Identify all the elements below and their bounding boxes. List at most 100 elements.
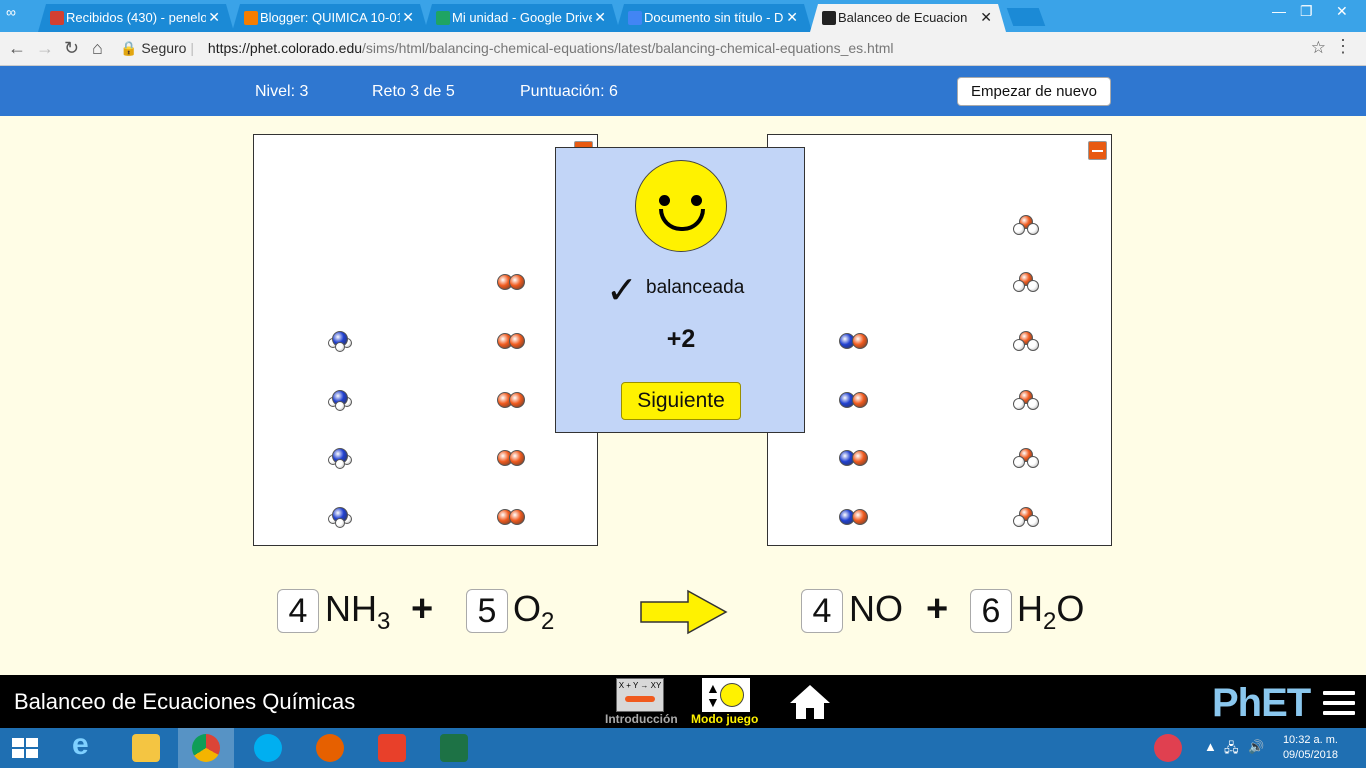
url-path: /sims/html/balancing-chemical-equations/… [362,40,894,56]
close-icon[interactable]: ✕ [594,9,606,26]
reactants-box [253,134,598,546]
window-close-icon[interactable]: ✕ [1336,3,1348,20]
acrobat-icon [378,734,406,762]
close-icon[interactable]: ✕ [786,9,798,26]
volume-icon[interactable]: 🔊 [1248,739,1264,755]
hydrogen-atom [335,518,345,528]
no-molecule [837,448,871,468]
phet-icon [822,11,836,25]
coefficient-o2[interactable]: 5 [466,589,508,633]
phet-logo[interactable]: PhET [1212,681,1311,726]
coefficient-h2o[interactable]: 6 [970,589,1012,633]
close-icon[interactable]: ✕ [402,9,414,26]
restore-icon[interactable]: ❐ [1300,3,1313,20]
tab-docs[interactable]: Documento sin título - D ✕ [616,4,812,32]
chrome-icon [192,734,220,762]
hydrogen-atom [1013,280,1025,292]
forward-icon[interactable]: → [36,38,54,59]
game-screen-icon[interactable]: ▲ ▼ [702,678,750,712]
coefficient-no[interactable]: 4 [801,589,843,633]
taskbar-notification-app[interactable] [1140,728,1196,768]
back-icon[interactable]: ← [8,38,26,59]
tab-drive[interactable]: Mi unidad - Google Drive ✕ [424,4,620,32]
taskbar-skype[interactable] [240,728,296,768]
intro-screen-icon[interactable]: X + Y → XY [616,678,664,712]
browser-toolbar: ← → ↻ ⌂ 🔒 Seguro | https://phet.colorado… [0,32,1366,66]
restart-button[interactable]: Empezar de nuevo [957,77,1111,106]
result-dialog: ✓ balanceada +2 Siguiente [555,147,805,433]
taskbar-acrobat[interactable] [364,728,420,768]
hydrogen-atom [1013,339,1025,351]
hydrogen-atom [1027,456,1039,468]
hydrogen-atom [1027,515,1039,527]
o2-molecule [495,390,529,410]
next-button[interactable]: Siguiente [621,382,741,420]
reload-icon[interactable]: ↻ [64,38,79,59]
tab-phet[interactable]: Balanceo de Ecuacion ✕ [810,4,1006,32]
hydrogen-atom [1013,456,1025,468]
o2-molecule [495,448,529,468]
o2-molecule [495,507,529,527]
taskbar-ie[interactable]: e [58,728,114,768]
coefficient-nh3[interactable]: 4 [277,589,319,633]
phet-menu-icon[interactable] [1323,691,1355,717]
network-icon[interactable]: 🖧 [1224,739,1239,761]
lock-icon: 🔒 [120,40,138,56]
taskbar-excel[interactable] [426,728,482,768]
hydrogen-atom [1027,223,1039,235]
new-tab-button[interactable] [1006,8,1046,26]
intro-screen-label[interactable]: Introducción [605,712,678,726]
points-earned: +2 [666,325,696,353]
checkmark-icon: ✓ [606,268,638,312]
skype-icon [254,734,282,762]
formula-no: NO [849,588,903,629]
profile-icon[interactable]: ∞ [6,4,16,20]
o2-molecule [495,272,529,292]
bookmark-star-icon[interactable]: ☆ [1311,38,1326,58]
docs-icon [628,11,642,25]
hydrogen-atom [1027,280,1039,292]
tab-blogger[interactable]: Blogger: QUIMICA 10-01 ✕ [232,4,428,32]
home-screen-icon[interactable] [788,683,832,721]
home-icon[interactable]: ⌂ [92,38,103,59]
close-icon[interactable]: ✕ [980,9,992,26]
h2o-molecule [1009,507,1043,527]
no-molecule [837,390,871,410]
score-label: Puntuación: 6 [520,83,618,100]
chrome-menu-icon[interactable]: ⋮ [1334,36,1352,57]
excel-icon [440,734,468,762]
taskbar-chrome[interactable] [178,728,234,768]
close-icon[interactable]: ✕ [208,9,220,26]
start-button[interactable] [0,728,56,768]
formula-nh3: NH3 [325,588,391,635]
game-status-bar: Nivel: 3 Reto 3 de 5 Puntuación: 6 Empez… [0,66,1366,116]
formula-h2o: H2O [1017,588,1085,635]
nh3-molecule [323,507,357,528]
plus-sign: + [926,588,949,630]
no-molecule [837,507,871,527]
challenge-label: Reto 3 de 5 [372,83,455,100]
windows-taskbar: e ▲ 🖧 🔊 10:32 a. m. 09/05/2018 [0,728,1366,768]
tab-gmail[interactable]: Recibidos (430) - penelop ✕ [38,4,234,32]
game-screen-label[interactable]: Modo juego [691,712,758,726]
system-clock[interactable]: 10:32 a. m. 09/05/2018 [1283,733,1338,763]
h2o-molecule [1009,272,1043,292]
tray-chevron-icon[interactable]: ▲ [1204,739,1217,754]
hydrogen-atom [1013,398,1025,410]
oxygen-atom [852,392,868,408]
formula-o2: O2 [513,588,555,635]
oxygen-atom [852,509,868,525]
products-box [767,134,1112,546]
plus-sign: + [411,588,434,630]
address-bar[interactable]: 🔒 Seguro | https://phet.colorado.edu/sim… [120,36,1330,62]
file-explorer-icon [132,734,160,762]
taskbar-firefox[interactable] [302,728,358,768]
gmail-icon [50,11,64,25]
hydrogen-atom [1013,515,1025,527]
blogger-icon [244,11,258,25]
collapse-products-button[interactable] [1088,141,1107,160]
balanced-status: balanceada [646,277,745,298]
oxygen-atom [509,274,525,290]
minimize-icon[interactable]: — [1272,3,1286,19]
taskbar-explorer[interactable] [118,728,174,768]
